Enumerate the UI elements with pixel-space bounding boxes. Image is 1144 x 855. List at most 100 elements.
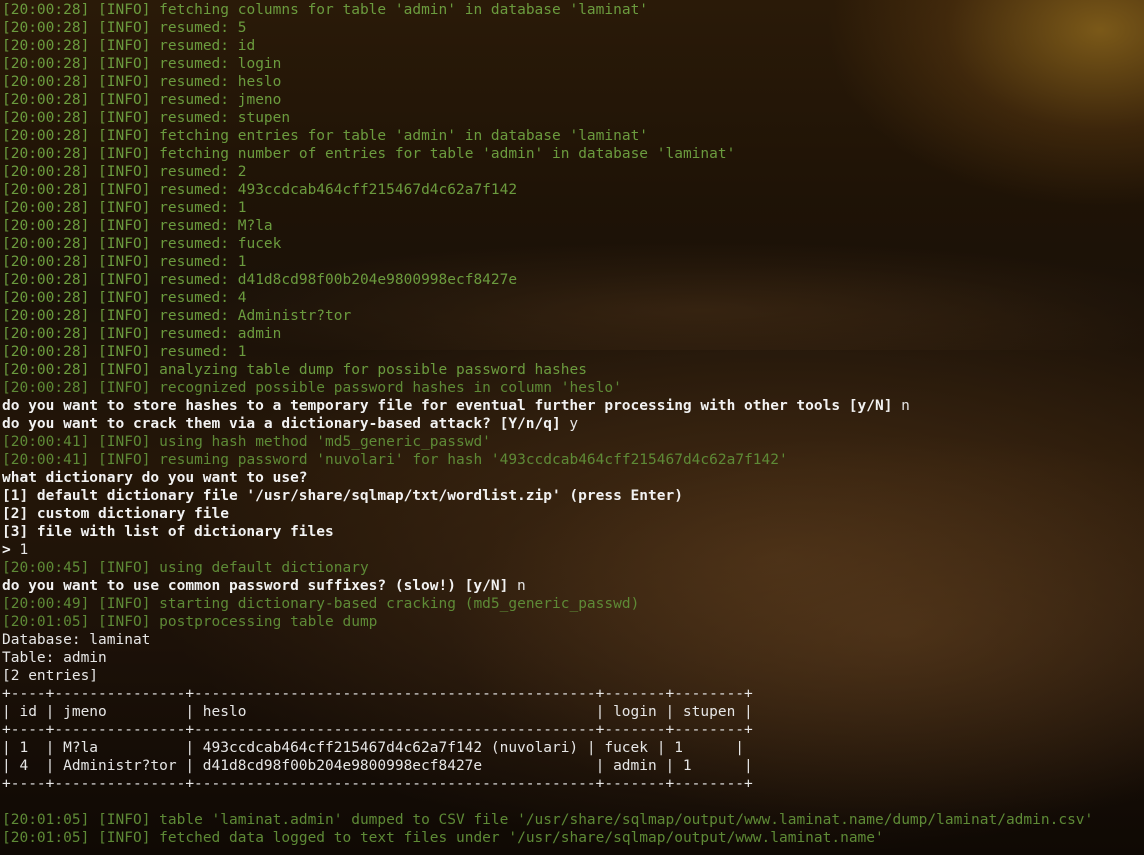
- log-line-info: [20:00:28] [INFO] resumed: Administr?tor: [2, 307, 1142, 325]
- log-timestamp: [20:00:28]: [2, 308, 90, 324]
- log-timestamp: [20:00:28]: [2, 218, 90, 234]
- log-level: [INFO]: [98, 596, 151, 612]
- prompt-text: [2] custom dictionary file: [2, 506, 229, 522]
- log-timestamp: [20:00:28]: [2, 38, 90, 54]
- log-level: [INFO]: [98, 38, 151, 54]
- log-line-info: [20:00:45] [INFO] using default dictiona…: [2, 559, 1142, 577]
- log-level: [INFO]: [98, 56, 151, 72]
- log-timestamp: [20:00:28]: [2, 182, 90, 198]
- log-line-info: [20:00:28] [INFO] analyzing table dump f…: [2, 361, 1142, 379]
- log-timestamp: [20:00:28]: [2, 380, 90, 396]
- log-message: resumed: Administr?tor: [159, 308, 352, 324]
- log-timestamp: [20:00:28]: [2, 236, 90, 252]
- prompt-text: >: [2, 542, 11, 558]
- log-line-info: [20:00:41] [INFO] using hash method 'md5…: [2, 433, 1142, 451]
- log-message: resumed: 493ccdcab464cff215467d4c62a7f14…: [159, 182, 518, 198]
- log-line-info: [20:00:28] [INFO] resumed: login: [2, 55, 1142, 73]
- log-line-info: [20:00:28] [INFO] resumed: heslo: [2, 73, 1142, 91]
- log-message: resumed: 4: [159, 290, 247, 306]
- log-level: [INFO]: [98, 254, 151, 270]
- log-level: [INFO]: [98, 110, 151, 126]
- prompt-line: [1] default dictionary file '/usr/share/…: [2, 487, 1142, 505]
- log-line-info: [20:00:28] [INFO] resumed: stupen: [2, 109, 1142, 127]
- prompt-line: [3] file with list of dictionary files: [2, 523, 1142, 541]
- log-timestamp: [20:00:41]: [2, 434, 90, 450]
- output-line: Table: admin: [2, 650, 107, 666]
- log-timestamp: [20:00:28]: [2, 56, 90, 72]
- log-line-info: [20:00:28] [INFO] resumed: 1: [2, 253, 1142, 271]
- output-line: [2 entries]: [2, 668, 99, 684]
- log-message: resumed: d41d8cd98f00b204e9800998ecf8427…: [159, 272, 518, 288]
- log-level: [INFO]: [98, 308, 151, 324]
- log-level: [INFO]: [98, 128, 151, 144]
- log-timestamp: [20:00:28]: [2, 92, 90, 108]
- log-timestamp: [20:01:05]: [2, 812, 90, 828]
- log-line-info: [20:00:28] [INFO] resumed: jmeno: [2, 91, 1142, 109]
- log-message: resumed: 1: [159, 344, 247, 360]
- log-line-info: [20:00:28] [INFO] resumed: 1: [2, 199, 1142, 217]
- log-timestamp: [20:00:41]: [2, 452, 90, 468]
- log-timestamp: [20:00:28]: [2, 290, 90, 306]
- prompt-line: do you want to store hashes to a tempora…: [2, 397, 1142, 415]
- log-line-info: [20:00:28] [INFO] resumed: id: [2, 37, 1142, 55]
- log-line-info: [20:00:28] [INFO] resumed: M?la: [2, 217, 1142, 235]
- prompt-text: [1] default dictionary file '/usr/share/…: [2, 488, 683, 504]
- log-message: resumed: jmeno: [159, 92, 282, 108]
- log-timestamp: [20:00:45]: [2, 560, 90, 576]
- prompt-text: what dictionary do you want to use?: [2, 470, 308, 486]
- prompt-answer: n: [508, 578, 526, 594]
- log-message: resumed: login: [159, 56, 282, 72]
- terminal-output[interactable]: [20:00:28] [INFO] fetching columns for t…: [2, 1, 1142, 847]
- log-message: resumed: 1: [159, 200, 247, 216]
- log-level: [INFO]: [98, 74, 151, 90]
- log-message: resumed: heslo: [159, 74, 282, 90]
- prompt-line: > 1: [2, 541, 1142, 559]
- log-message: resumed: fucek: [159, 236, 282, 252]
- prompt-line: what dictionary do you want to use?: [2, 469, 1142, 487]
- log-level: [INFO]: [98, 344, 151, 360]
- prompt-line: [2] custom dictionary file: [2, 505, 1142, 523]
- log-level: [INFO]: [98, 380, 151, 396]
- log-line-info: [20:00:49] [INFO] starting dictionary-ba…: [2, 595, 1142, 613]
- output-line: +----+---------------+------------------…: [2, 776, 753, 792]
- log-line-info: [20:01:05] [INFO] postprocessing table d…: [2, 613, 1142, 631]
- log-timestamp: [20:00:28]: [2, 254, 90, 270]
- log-message: table 'laminat.admin' dumped to CSV file…: [159, 812, 1094, 828]
- log-message: using default dictionary: [159, 560, 369, 576]
- log-message: fetching columns for table 'admin' in da…: [159, 2, 649, 18]
- output-line: | id | jmeno | heslo | login | stupen |: [2, 704, 753, 720]
- log-level: [INFO]: [98, 146, 151, 162]
- log-timestamp: [20:00:28]: [2, 128, 90, 144]
- log-line-info: [20:00:28] [INFO] resumed: fucek: [2, 235, 1142, 253]
- log-level: [INFO]: [98, 2, 151, 18]
- log-level: [INFO]: [98, 434, 151, 450]
- log-timestamp: [20:00:28]: [2, 20, 90, 36]
- log-message: resumed: 5: [159, 20, 247, 36]
- log-timestamp: [20:00:28]: [2, 344, 90, 360]
- log-level: [INFO]: [98, 164, 151, 180]
- output-line: | 4 | Administr?tor | d41d8cd98f00b204e9…: [2, 758, 753, 774]
- log-level: [INFO]: [98, 92, 151, 108]
- log-timestamp: [20:00:28]: [2, 164, 90, 180]
- log-level: [INFO]: [98, 326, 151, 342]
- prompt-text: do you want to use common password suffi…: [2, 578, 509, 594]
- log-timestamp: [20:00:49]: [2, 596, 90, 612]
- log-timestamp: [20:00:28]: [2, 200, 90, 216]
- output-line: +----+---------------+------------------…: [2, 722, 753, 738]
- log-line-info: [20:00:28] [INFO] resumed: 4: [2, 289, 1142, 307]
- log-line-info: [20:00:28] [INFO] resumed: 5: [2, 19, 1142, 37]
- log-message: postprocessing table dump: [159, 614, 378, 630]
- log-line-info: [20:00:28] [INFO] resumed: admin: [2, 325, 1142, 343]
- log-level: [INFO]: [98, 218, 151, 234]
- log-message: recognized possible password hashes in c…: [159, 380, 622, 396]
- log-message: resuming password 'nuvolari' for hash '4…: [159, 452, 788, 468]
- log-line-info: [20:01:05] [INFO] table 'laminat.admin' …: [2, 811, 1142, 829]
- log-line-info: [20:01:05] [INFO] fetched data logged to…: [2, 829, 1142, 847]
- log-line-info: [20:00:28] [INFO] resumed: 493ccdcab464c…: [2, 181, 1142, 199]
- log-timestamp: [20:00:28]: [2, 326, 90, 342]
- log-timestamp: [20:00:28]: [2, 146, 90, 162]
- output-line: | 1 | M?la | 493ccdcab464cff215467d4c62a…: [2, 740, 745, 756]
- log-level: [INFO]: [98, 452, 151, 468]
- log-line-info: [20:00:28] [INFO] resumed: 2: [2, 163, 1142, 181]
